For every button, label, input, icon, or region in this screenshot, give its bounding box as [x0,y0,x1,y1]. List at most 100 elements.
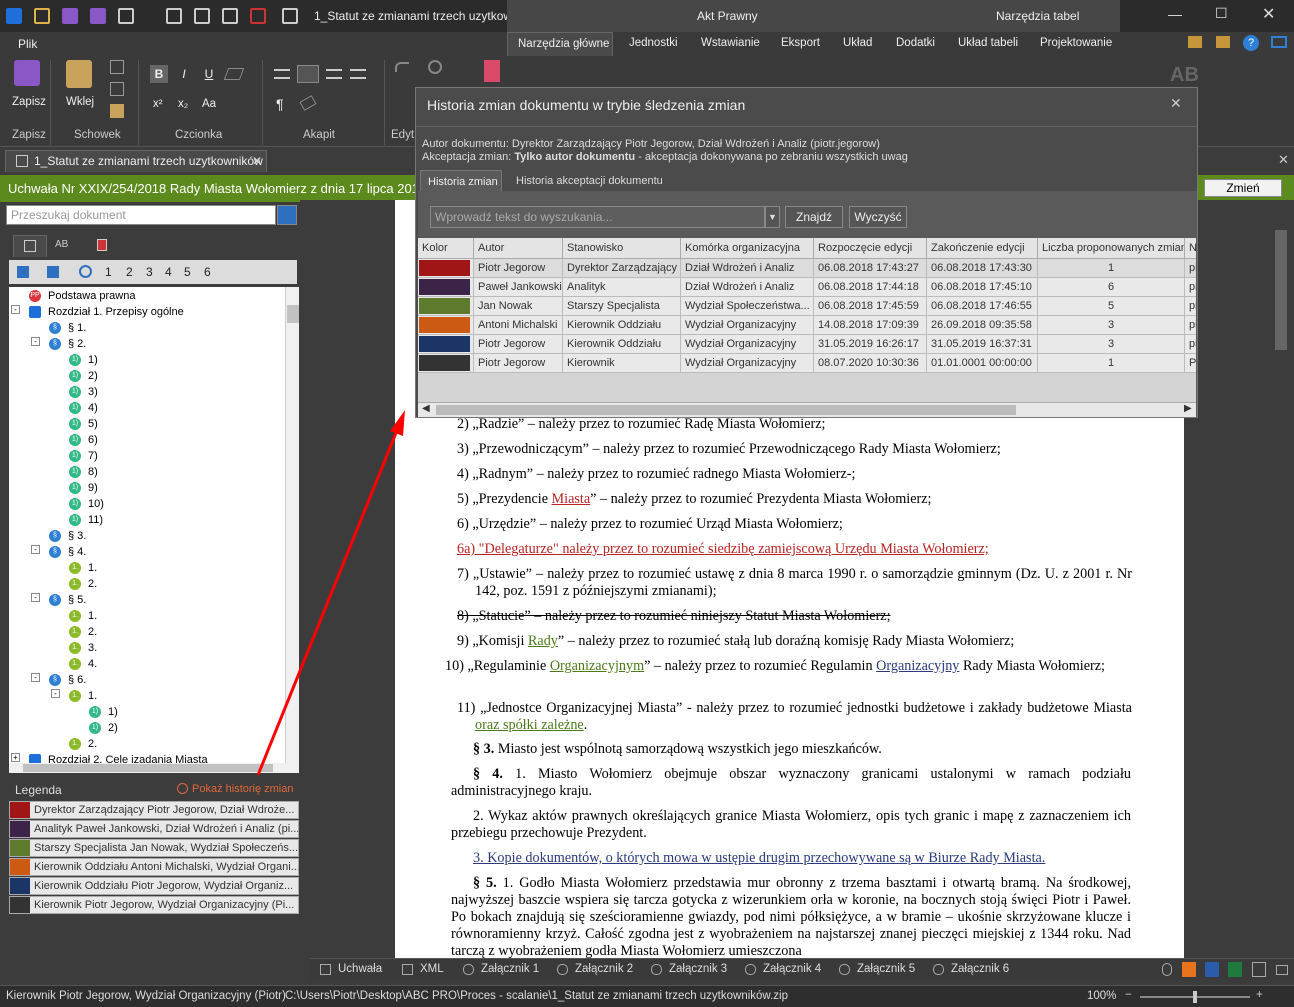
table-cell[interactable]: 26.09.2018 09:35:58 [927,316,1038,335]
table-cell[interactable]: 31.05.2019 16:26:17 [814,335,927,354]
dialog-author: Autor dokumentu: Dyrektor Zarządzający P… [422,138,880,150]
author-color-swatch [419,355,470,371]
zoom-in-button[interactable]: + [1256,989,1263,1001]
color-cell[interactable] [418,297,474,316]
acceptance-mode: Tylko autor dokumentu [514,151,636,163]
table-cell[interactable]: 06.08.2018 17:43:30 [927,259,1038,278]
table-cell[interactable]: 14.08.2018 17:09:39 [814,316,927,335]
table-cell[interactable]: Wydział Organizacyjny [681,316,814,335]
table-cell[interactable]: 01.01.0001 00:00:00 [927,354,1038,373]
bottom-tab[interactable]: Załącznik 2 [575,963,633,975]
table-cell[interactable]: 1 [1038,354,1185,373]
tab-historia-akceptacji[interactable]: Historia akceptacji dokumentu [516,175,663,187]
find-button[interactable]: Znajdź [785,206,843,228]
table-cell[interactable]: 06.08.2018 17:45:59 [814,297,927,316]
table-cell[interactable]: 3 [1038,335,1185,354]
author-color-swatch [419,317,470,333]
tab-historia-zmian[interactable]: Historia zmian [420,170,502,192]
table-cell[interactable]: Kierownik [563,354,681,373]
table-cell[interactable]: 06.08.2018 17:45:10 [927,278,1038,297]
zoom-out-button[interactable]: − [1125,989,1132,1001]
table-cell[interactable]: Antoni Michalski [474,316,563,335]
table-cell[interactable]: Kierownik Oddziału [563,335,681,354]
acceptance-suffix: - akceptacja dokonywana po zebraniu wszy… [635,151,908,163]
word-icon[interactable] [1205,962,1219,977]
table-cell[interactable]: Jan Nowak [474,297,563,316]
status-bar: Kierownik Piotr Jegorow, Wydział Organiz… [0,985,1294,1007]
status-path: C:\Users\Piotr\Desktop\ABC PRO\Proces - … [285,990,788,1002]
bottom-tab[interactable]: Załącznik 1 [481,963,539,975]
color-cell[interactable] [418,259,474,278]
table-cell[interactable]: Analityk [563,278,681,297]
table-cell[interactable]: Dział Wdrożeń i Analiz [681,259,814,278]
column-header[interactable]: Zakończenie edycji [927,238,1038,259]
column-header[interactable]: Autor [474,238,563,259]
table-cell[interactable]: Piotr Jegorow [474,259,563,278]
table-cell[interactable]: 6 [1038,278,1185,297]
column-header[interactable]: Na [1185,238,1196,259]
bottom-tab[interactable]: Załącznik 4 [763,963,821,975]
table-cell[interactable]: pi [1185,278,1196,297]
color-cell[interactable] [418,335,474,354]
attach-icon[interactable] [1162,963,1172,976]
color-cell[interactable] [418,354,474,373]
column-header[interactable]: Komórka organizacyjna [681,238,814,259]
table-cell[interactable]: pi [1185,316,1196,335]
attachment-icon [651,964,662,975]
attachment-icon [402,964,413,975]
table-cell[interactable]: Kierownik Oddziału [563,316,681,335]
column-header[interactable]: Stanowisko [563,238,681,259]
clear-button[interactable]: Wyczyść [849,206,907,228]
bottom-tab[interactable]: Załącznik 3 [669,963,727,975]
history-dialog: Historia zmian dokumentu w trybie śledze… [415,87,1198,418]
dialog-title: Historia zmian dokumentu w trybie śledze… [427,97,746,113]
table-cell[interactable]: Pi [1185,354,1196,373]
table-cell[interactable]: 06.08.2018 17:46:55 [927,297,1038,316]
table-cell[interactable]: 5 [1038,297,1185,316]
table-cell[interactable]: pi [1185,259,1196,278]
bottom-tab[interactable]: Załącznik 5 [857,963,915,975]
column-header[interactable]: Kolor [418,238,474,259]
table-cell[interactable]: Wydział Społeczeństwa... [681,297,814,316]
table-cell[interactable]: pi [1185,335,1196,354]
table-cell[interactable]: 08.07.2020 10:30:36 [814,354,927,373]
zoom-level: 100% [1087,990,1117,1002]
table-cell[interactable]: 31.05.2019 16:37:31 [927,335,1038,354]
color-cell[interactable] [418,278,474,297]
table-cell[interactable]: 06.08.2018 17:44:18 [814,278,927,297]
odt-icon[interactable] [1182,962,1196,977]
color-cell[interactable] [418,316,474,335]
table-cell[interactable]: pi [1185,297,1196,316]
bottom-tab[interactable]: Załącznik 6 [951,963,1009,975]
table-cell[interactable]: Paweł Jankowski [474,278,563,297]
author-color-swatch [419,336,470,352]
column-header[interactable]: Rozpoczęcie edycji [814,238,927,259]
arrow-head [390,410,405,436]
excel-icon[interactable] [1228,962,1242,977]
zoom-slider[interactable] [1140,991,1250,1003]
table-cell[interactable]: Dyrektor Zarządzający [563,259,681,278]
column-header[interactable]: Liczba proponowanych zmian [1038,238,1185,259]
attachment-icon [933,964,944,975]
image-icon[interactable] [1276,965,1288,975]
table-cell[interactable]: Piotr Jegorow [474,354,563,373]
table-cell[interactable]: Wydział Organizacyjny [681,354,814,373]
preview-icon[interactable] [1252,962,1266,977]
table-cell[interactable]: 1 [1038,259,1185,278]
bottom-tab[interactable]: XML [420,963,444,975]
table-hscrollbar[interactable]: ◀ ▶ [418,402,1196,417]
bottom-tab[interactable]: Uchwała [338,963,382,975]
attachment-icon [839,964,850,975]
table-cell[interactable]: Starszy Specjalista [563,297,681,316]
acceptance-prefix: Akceptacja zmian: [422,151,515,163]
table-cell[interactable]: Dział Wdrożeń i Analiz [681,278,814,297]
dialog-search-input[interactable]: Wprowadź tekst do wyszukania... [430,206,765,228]
chevron-down-icon[interactable]: ▼ [765,206,780,228]
author-color-swatch [419,279,470,295]
table-cell[interactable]: 3 [1038,316,1185,335]
table-cell[interactable]: Piotr Jegorow [474,335,563,354]
attachment-icon [745,964,756,975]
dialog-close-button[interactable]: ✕ [1170,95,1182,112]
table-cell[interactable]: Wydział Organizacyjny [681,335,814,354]
table-cell[interactable]: 06.08.2018 17:43:27 [814,259,927,278]
